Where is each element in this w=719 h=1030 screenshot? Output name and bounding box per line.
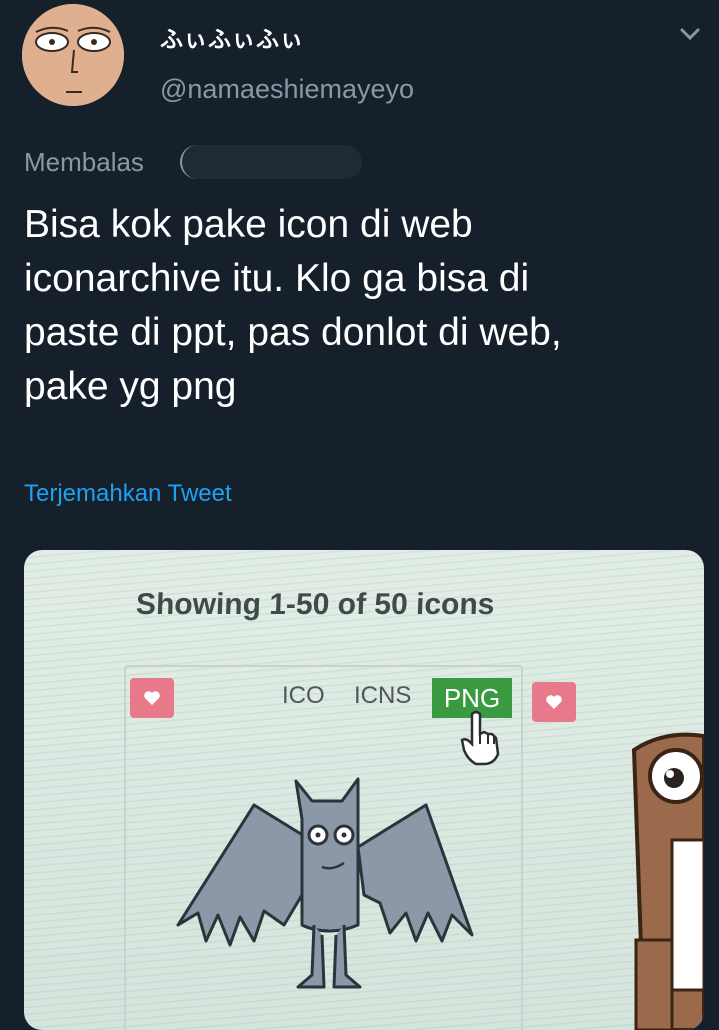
user-handle[interactable]: @namaeshiemayeyo	[160, 74, 414, 105]
tweet-photo[interactable]: Showing 1-50 of 50 icons ICO ICNS PNG	[24, 550, 704, 1030]
replying-to-label: Membalas	[24, 147, 144, 177]
display-name[interactable]: ふぃふぃふぃ	[160, 20, 304, 54]
chevron-down-icon[interactable]	[680, 26, 700, 42]
format-icns: ICNS	[354, 682, 412, 709]
heart-icon	[532, 682, 576, 722]
tweet-text: Bisa kok pake icon di web iconarchive it…	[24, 203, 562, 408]
showing-count-text: Showing 1-50 of 50 icons	[135, 588, 495, 621]
character-icon	[631, 732, 704, 1030]
translate-tweet-link[interactable]: Terjemahkan Tweet	[24, 480, 232, 508]
heart-icon	[130, 678, 174, 718]
redacted-mention	[180, 145, 362, 179]
avatar[interactable]	[22, 4, 124, 106]
format-ico: ICO	[282, 682, 325, 709]
bat-icon	[176, 777, 474, 989]
hand-cursor-icon	[460, 710, 500, 766]
avatar-face-icon	[22, 4, 124, 106]
